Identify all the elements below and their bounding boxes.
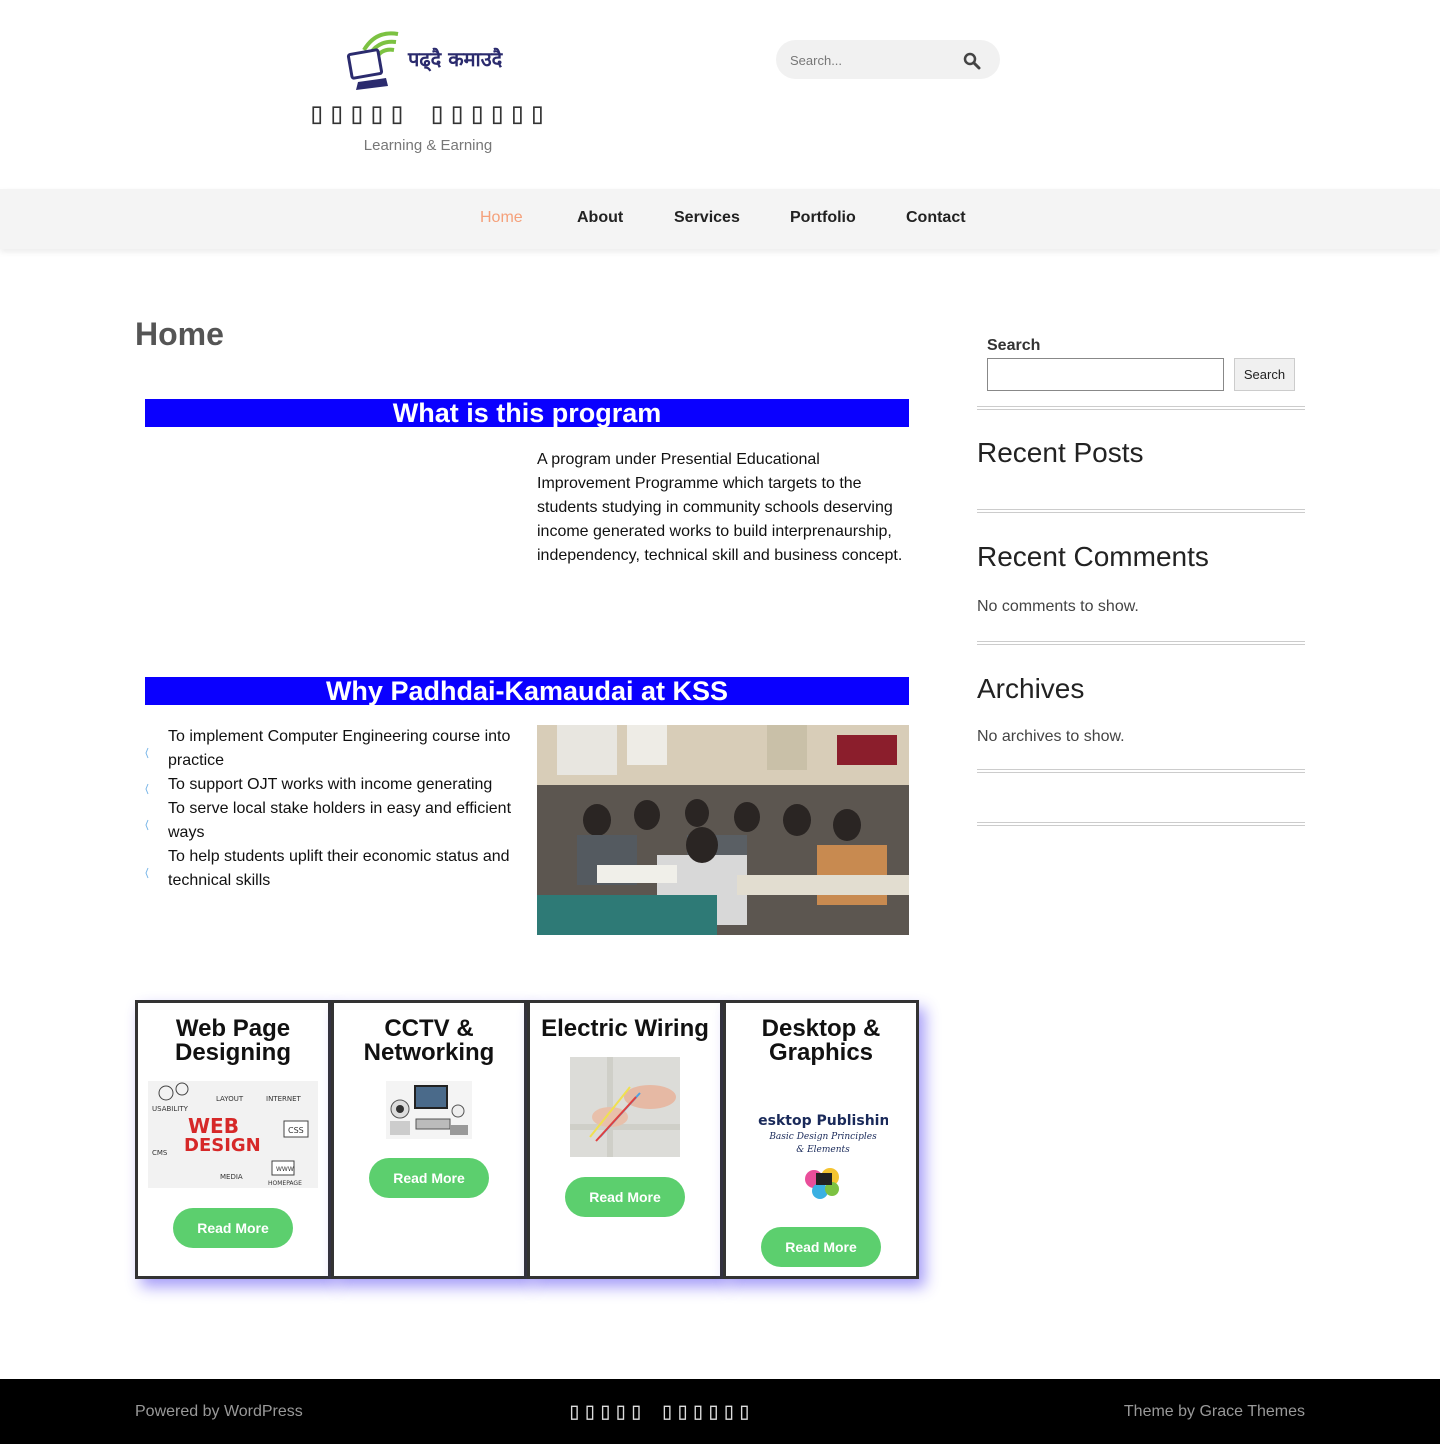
svg-text:CMS: CMS bbox=[152, 1149, 168, 1157]
bullet-icon bbox=[145, 863, 149, 879]
electric-wiring-image bbox=[570, 1057, 680, 1157]
card-desktop-graphics: Desktop & Graphics Desktop Publishing Ba… bbox=[723, 1000, 919, 1279]
main-navigation: Home About Services Portfolio Contact bbox=[0, 189, 1440, 249]
cctv-image bbox=[386, 1081, 472, 1139]
nav-services[interactable]: Services bbox=[674, 209, 740, 227]
card-web-design: Web Page Designing USABILITY LAYOUT INTE… bbox=[135, 1000, 331, 1279]
divider bbox=[977, 406, 1305, 410]
svg-text:INTERNET: INTERNET bbox=[266, 1095, 302, 1103]
svg-text:Desktop Publishing: Desktop Publishing bbox=[758, 1113, 888, 1129]
recent-posts-heading: Recent Posts bbox=[977, 437, 1144, 468]
card-cctv: CCTV & Networking Read More bbox=[331, 1000, 527, 1279]
svg-text:DESIGN: DESIGN bbox=[184, 1135, 261, 1156]
svg-text:WWW: WWW bbox=[276, 1166, 294, 1173]
list-item: To serve local stake holders in easy and… bbox=[145, 797, 525, 845]
card-electric-wiring: Electric Wiring Read More bbox=[527, 1000, 723, 1279]
archives-heading: Archives bbox=[977, 673, 1085, 704]
divider bbox=[977, 641, 1305, 645]
svg-text:Basic Design Principles: Basic Design Principles bbox=[768, 1132, 877, 1142]
list-item: To help students uplift their economic s… bbox=[145, 845, 525, 893]
sidebar-search-label: Search bbox=[987, 337, 1041, 354]
card-title: Desktop & Graphics bbox=[761, 1015, 881, 1066]
list-item: To support OJT works with income generat… bbox=[145, 773, 525, 797]
card-title: CCTV & Networking bbox=[363, 1015, 495, 1066]
site-header: पढ्दै कमाउदै ▯▯▯▯▯ ▯▯▯▯▯▯ Learning & Ear… bbox=[0, 0, 1440, 189]
svg-text:USABILITY: USABILITY bbox=[152, 1105, 189, 1113]
divider bbox=[977, 769, 1305, 773]
why-list: To implement Computer Engineering course… bbox=[145, 725, 525, 893]
desktop-publishing-image: Desktop Publishing Basic Design Principl… bbox=[758, 1107, 888, 1205]
computer-signal-icon: पढ्दै कमाउदै bbox=[346, 31, 504, 90]
svg-text:LAYOUT: LAYOUT bbox=[216, 1095, 244, 1103]
program-heading: What is this program bbox=[145, 399, 909, 427]
nav-contact[interactable]: Contact bbox=[906, 209, 966, 227]
theme-credit-link[interactable]: Theme by Grace Themes bbox=[1124, 1403, 1305, 1421]
footer-site-title[interactable]: ▯▯▯▯▯ ▯▯▯▯▯▯ bbox=[560, 1397, 760, 1425]
bullet-icon bbox=[145, 815, 149, 831]
service-cards: Web Page Designing USABILITY LAYOUT INTE… bbox=[135, 1000, 919, 1279]
svg-text:MEDIA: MEDIA bbox=[220, 1173, 243, 1181]
archives-empty-text: No archives to show. bbox=[977, 728, 1125, 745]
search-icon[interactable] bbox=[963, 52, 981, 70]
divider bbox=[977, 822, 1305, 826]
sidebar-search-input[interactable] bbox=[987, 358, 1224, 391]
card-title: Electric Wiring bbox=[541, 1015, 709, 1042]
svg-text:CSS: CSS bbox=[288, 1126, 304, 1135]
site-tagline: Learning & Earning bbox=[363, 137, 493, 154]
bullet-icon bbox=[145, 743, 149, 759]
program-description: A program under Presential Educational I… bbox=[537, 451, 903, 564]
list-item: To implement Computer Engineering course… bbox=[145, 725, 525, 773]
why-heading: Why Padhdai-Kamaudai at KSS bbox=[145, 677, 909, 705]
powered-by-link[interactable]: Powered by WordPress bbox=[135, 1403, 303, 1421]
read-more-button[interactable]: Read More bbox=[761, 1227, 881, 1267]
nav-portfolio[interactable]: Portfolio bbox=[790, 209, 856, 227]
card-title: Web Page Designing bbox=[174, 1015, 291, 1066]
svg-text:& Elements: & Elements bbox=[796, 1145, 850, 1155]
read-more-button[interactable]: Read More bbox=[173, 1208, 293, 1248]
read-more-button[interactable]: Read More bbox=[369, 1158, 489, 1198]
comments-empty-text: No comments to show. bbox=[977, 598, 1139, 615]
page-title: Home bbox=[135, 316, 224, 352]
header-search-input[interactable] bbox=[790, 49, 950, 71]
web-design-image: USABILITY LAYOUT INTERNET WEB DESIGN CSS… bbox=[148, 1081, 318, 1188]
divider bbox=[977, 509, 1305, 513]
svg-text:पढ्दै कमाउदै: पढ्दै कमाउदै bbox=[407, 47, 504, 72]
sidebar-search-button[interactable]: Search bbox=[1234, 358, 1295, 391]
bullet-icon bbox=[145, 779, 149, 795]
site-title[interactable]: ▯▯▯▯▯ ▯▯▯▯▯▯ bbox=[300, 96, 556, 131]
svg-text:HOMEPAGE: HOMEPAGE bbox=[268, 1180, 302, 1187]
nav-about[interactable]: About bbox=[577, 209, 623, 227]
nav-home[interactable]: Home bbox=[480, 209, 523, 227]
recent-comments-heading: Recent Comments bbox=[977, 541, 1209, 572]
read-more-button[interactable]: Read More bbox=[565, 1177, 685, 1217]
site-logo[interactable]: पढ्दै कमाउदै bbox=[346, 26, 516, 96]
classroom-photo bbox=[537, 725, 909, 935]
site-footer: Powered by WordPress ▯▯▯▯▯ ▯▯▯▯▯▯ Theme … bbox=[0, 1379, 1440, 1444]
